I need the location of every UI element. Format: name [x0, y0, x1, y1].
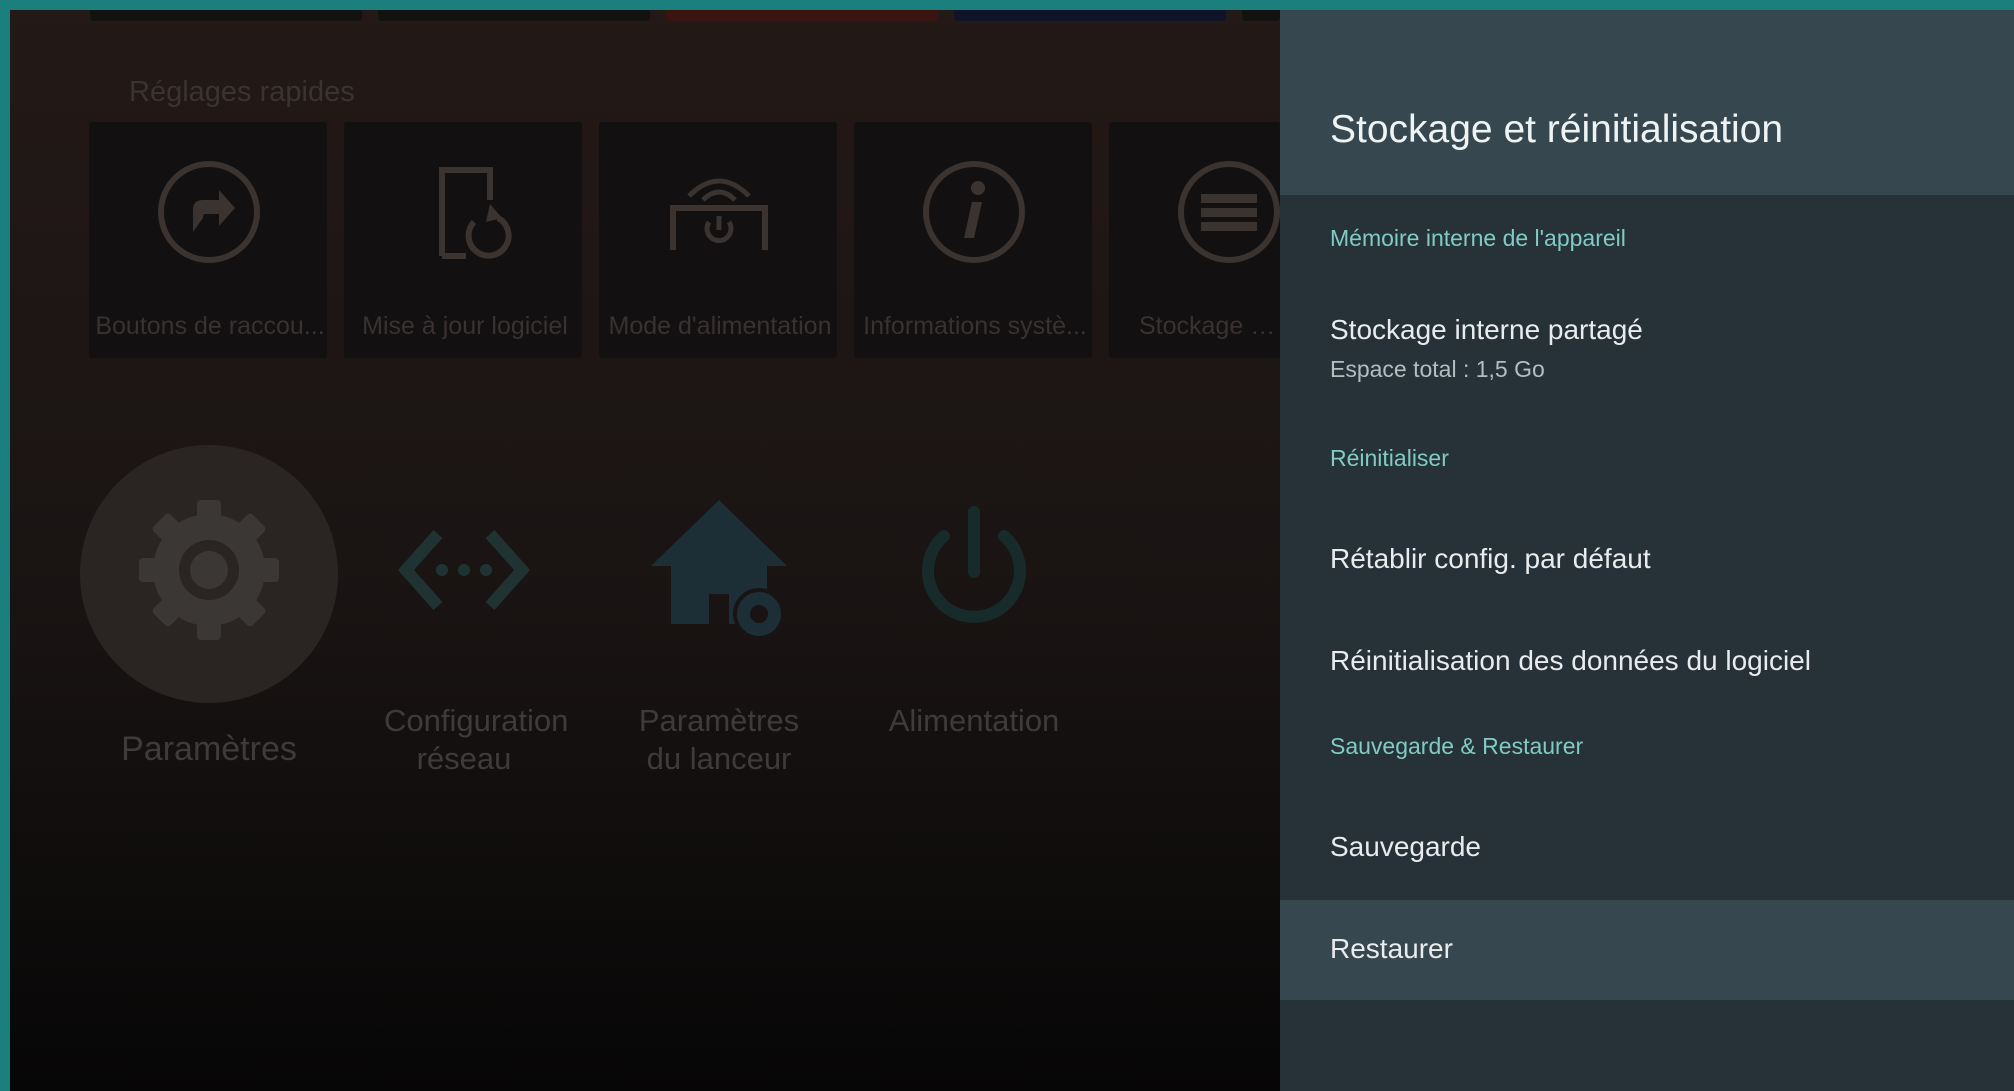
panel-title: Stockage et réinitialisation	[1330, 108, 1784, 151]
tile-label: Boutons de raccou...	[95, 312, 325, 340]
item-title: Stockage interne partagé	[1330, 314, 1643, 345]
settings-panel: Stockage et réinitialisation Mémoire int…	[1280, 10, 2014, 1091]
group-header-backup-restore: Sauvegarde & Restaurer	[1330, 733, 1584, 759]
shortcut-icon	[158, 161, 260, 263]
item-subtitle: Espace total : 1,5 Go	[1330, 356, 1545, 382]
launcher-settings-icon	[651, 500, 787, 640]
tile-label: Stockage rés	[1139, 312, 1278, 340]
tile-storage-reset[interactable]: Stockage rés	[1109, 122, 1280, 358]
top-row-card[interactable]	[1242, 10, 1280, 21]
group-header-reset: Réinitialiser	[1330, 445, 1449, 471]
storage-icon	[1178, 161, 1280, 263]
tile-label: Mode d'alimentation	[608, 312, 832, 340]
group-header-internal-memory: Mémoire interne de l'appareil	[1330, 225, 1626, 251]
item-backup[interactable]: Sauvegarde	[1280, 798, 2014, 898]
item-title: Réinitialisation des données du logiciel	[1330, 645, 1811, 676]
top-row-card[interactable]	[666, 10, 938, 21]
tile-label: Mise à jour logiciel	[362, 312, 568, 340]
network-icon	[397, 530, 531, 610]
item-title: Sauvegarde	[1330, 831, 1482, 862]
app-label: Paramètres du lanceur	[638, 703, 800, 776]
item-title: Restaurer	[1330, 933, 1453, 964]
app-label: Alimentation	[888, 703, 1060, 738]
top-row-card[interactable]	[954, 10, 1226, 21]
power-icon	[922, 506, 1026, 623]
tile-power-mode[interactable]: Mode d'alimentation	[599, 122, 837, 358]
power-mode-icon	[670, 178, 768, 250]
item-factory-reset[interactable]: Rétablir config. par défaut	[1280, 510, 2014, 610]
tile-system-info[interactable]: Informations systè...	[854, 122, 1092, 358]
info-icon	[923, 161, 1025, 263]
tv-screen: Réglages rapides Boutons de raccou... Mi…	[10, 10, 2014, 1091]
item-restore[interactable]: Restaurer	[1280, 900, 2014, 1000]
app-label: Paramètres	[121, 730, 297, 768]
launcher-background: Réglages rapides Boutons de raccou... Mi…	[10, 10, 1280, 1091]
top-row-card[interactable]	[378, 10, 650, 21]
top-row-card[interactable]	[90, 10, 362, 21]
item-shared-internal-storage[interactable]: Stockage interne partagé Espace total : …	[1280, 300, 2014, 410]
item-title: Rétablir config. par défaut	[1330, 543, 1651, 574]
app-label: Configuration réseau	[384, 703, 569, 776]
system-update-icon	[439, 167, 512, 259]
tile-shortcut-buttons[interactable]: Boutons de raccou...	[89, 122, 327, 358]
section-title: Réglages rapides	[129, 76, 355, 108]
tile-label: Informations systè...	[863, 312, 1087, 340]
tile-software-update[interactable]: Mise à jour logiciel	[344, 122, 582, 358]
gear-icon	[139, 500, 279, 640]
panel-header: Stockage et réinitialisation	[1280, 10, 2014, 195]
item-software-data-reset[interactable]: Réinitialisation des données du logiciel	[1280, 612, 2014, 712]
